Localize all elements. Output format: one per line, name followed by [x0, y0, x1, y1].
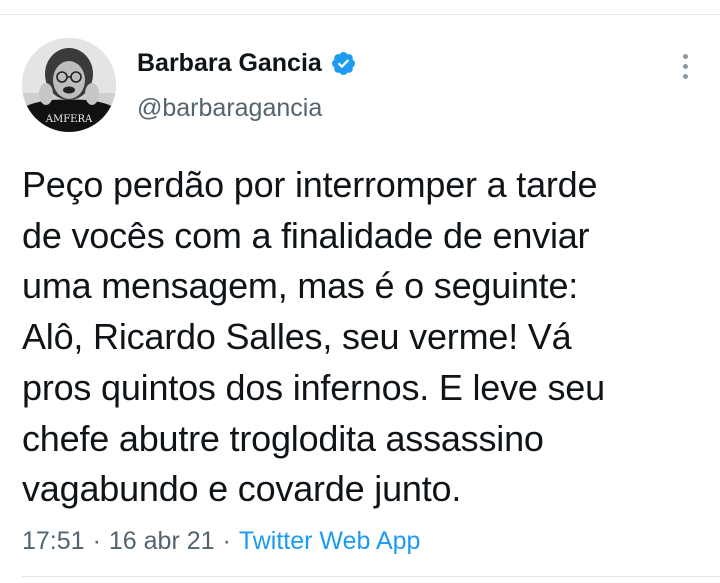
tweet-date[interactable]: 16 abr 21: [109, 527, 215, 555]
meta-separator: ·: [92, 527, 101, 555]
more-vertical-icon-dot: [682, 73, 688, 79]
author-handle[interactable]: @barbaragancia: [137, 92, 322, 124]
author-name[interactable]: Barbara Gancia: [137, 47, 357, 79]
tweet-time[interactable]: 17:51: [22, 527, 85, 555]
meta-separator: ·: [222, 527, 231, 555]
more-vertical-icon-dot: [682, 63, 688, 69]
verified-badge-icon: [331, 51, 355, 75]
author-name-text[interactable]: Barbara Gancia: [137, 47, 322, 79]
avatar-photo: AMFERA: [22, 38, 116, 132]
tweet-meta: 17:51 · 16 abr 21 · Twitter Web App: [22, 524, 420, 558]
avatar-lettering: AMFERA: [45, 114, 93, 125]
avatar[interactable]: AMFERA: [22, 38, 116, 132]
tweet-text: Peço perdão por interromper a tarde de v…: [22, 164, 605, 510]
tweet-source-link[interactable]: Twitter Web App: [239, 527, 421, 555]
bottom-divider: [22, 576, 720, 577]
more-options-button[interactable]: [672, 50, 698, 82]
top-divider: [0, 14, 720, 15]
more-vertical-icon: [682, 53, 688, 59]
